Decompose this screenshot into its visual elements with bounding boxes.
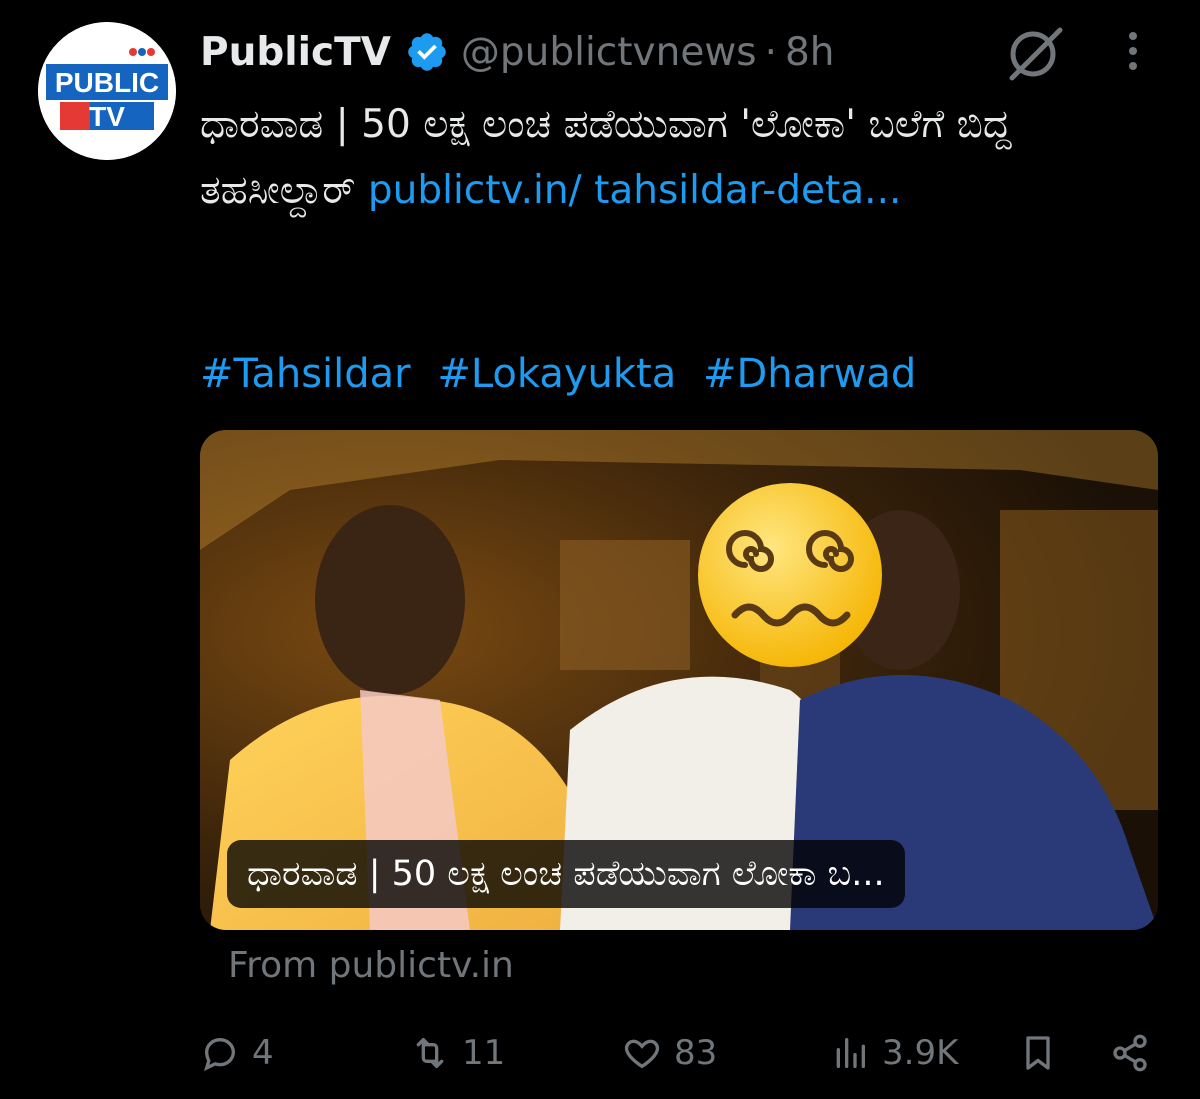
grok-icon[interactable] (1004, 24, 1066, 82)
dizzy-face-emoji (698, 483, 882, 667)
hashtags: #Tahsildar #Lokayukta #Dharwad (200, 344, 930, 404)
share-icon (1113, 1034, 1147, 1072)
hashtag-lokayukta[interactable]: #Lokayukta (437, 351, 676, 397)
author-handle[interactable]: @publictvnews (461, 30, 757, 75)
reply-icon (203, 1037, 236, 1072)
views-count: 3.9K (882, 1033, 959, 1073)
bookmark-icon (1026, 1036, 1050, 1070)
author-name[interactable]: PublicTV (200, 30, 391, 75)
link-card[interactable]: ಧಾರವಾಡ | 50 ಲಕ್ಷ ಲಂಚ ಪಡೆಯುವಾಗ ಲೋಕಾ ಬ... (200, 430, 1158, 930)
logo-text-public: PUBLIC (55, 67, 159, 98)
retweet-button[interactable]: 11 (410, 1020, 505, 1086)
more-options-icon[interactable] (1118, 28, 1148, 74)
card-caption: ಧಾರವಾಡ | 50 ಲಕ್ಷ ಲಂಚ ಪಡೆಯುವಾಗ ಲೋಕಾ ಬ... (227, 840, 905, 908)
publictv-logo: PUBLIC TV (38, 22, 176, 160)
tweet-text: ಧಾರವಾಡ | 50 ಲಕ್ಷ ಲಂಚ ಪಡೆಯುವಾಗ 'ಲೋಕಾ' ಬಲೆ… (200, 92, 1160, 225)
reply-button[interactable]: 4 (200, 1020, 274, 1086)
bookmark-button[interactable] (1018, 1020, 1058, 1086)
logo-text-tv: TV (89, 101, 125, 132)
share-button[interactable] (1110, 1020, 1150, 1086)
hashtag-dharwad[interactable]: #Dharwad (703, 351, 916, 397)
action-bar: 4 11 83 3.9K (200, 1020, 1160, 1086)
retweet-icon (416, 1038, 444, 1068)
hashtag-tahsildar[interactable]: #Tahsildar (200, 351, 411, 397)
retweet-count: 11 (462, 1033, 506, 1073)
views-chart-icon (836, 1038, 865, 1068)
tweet-link[interactable]: publictv.in/ tahsildar-deta... (368, 168, 901, 213)
views-button[interactable]: 3.9K (830, 1020, 958, 1086)
timestamp[interactable]: 8h (785, 30, 835, 75)
separator-dot: · (764, 29, 777, 75)
card-source[interactable]: From publictv.in (228, 940, 514, 992)
avatar[interactable]: PUBLIC TV (38, 22, 176, 160)
tweet-header: PublicTV @publictvnews · 8h (200, 24, 835, 80)
like-button[interactable]: 83 (622, 1020, 717, 1086)
reply-count: 4 (252, 1033, 274, 1073)
like-count: 83 (674, 1033, 718, 1073)
heart-icon (624, 1039, 660, 1069)
verified-badge-icon (408, 33, 446, 71)
